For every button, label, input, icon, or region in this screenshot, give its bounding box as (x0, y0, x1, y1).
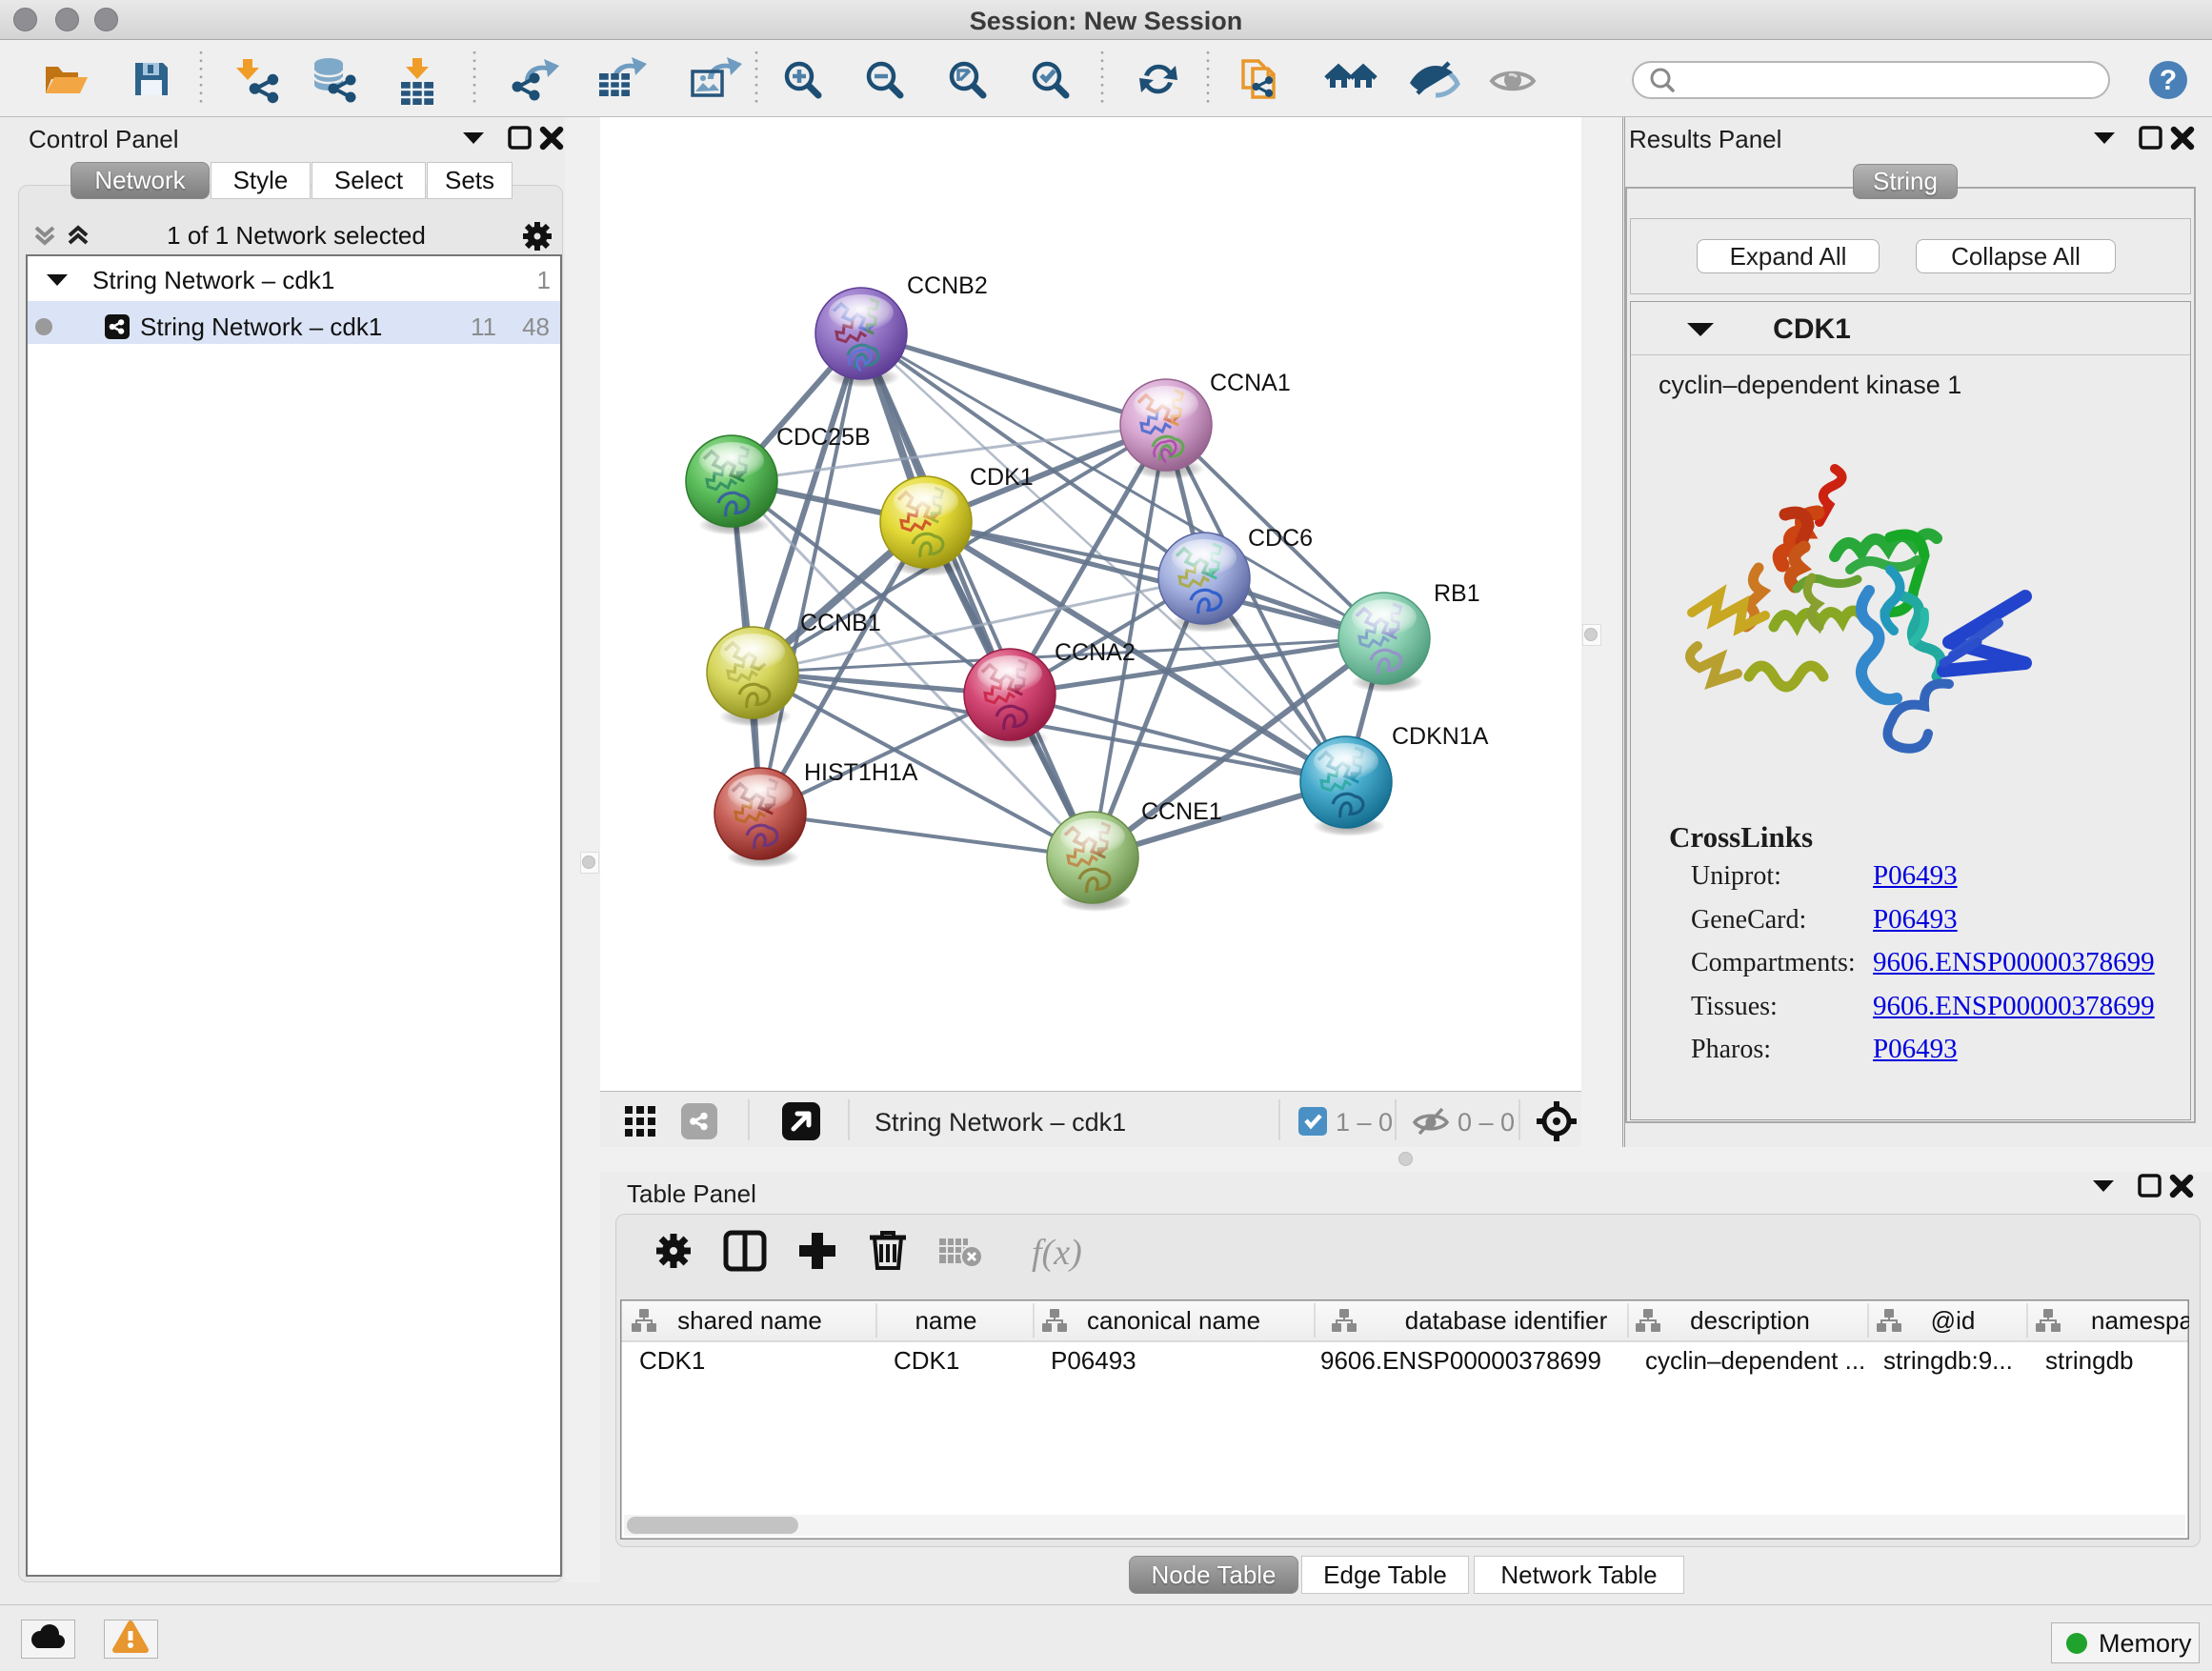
svg-text:1: 1 (537, 266, 551, 294)
svg-text:1 – 0: 1 – 0 (1336, 1108, 1393, 1137)
svg-text:database identifier: database identifier (1405, 1306, 1608, 1335)
svg-text:48: 48 (522, 312, 550, 341)
svg-text:CCNE1: CCNE1 (1141, 798, 1222, 825)
svg-text:CDC25B: CDC25B (776, 424, 871, 451)
svg-text:9606.ENSP00000378699: 9606.ENSP00000378699 (1320, 1346, 1601, 1375)
svg-text:Memory: Memory (2099, 1629, 2192, 1658)
svg-text:String Network – cdk1: String Network – cdk1 (92, 266, 334, 294)
svg-text:CCNA2: CCNA2 (1055, 639, 1136, 666)
svg-text:f(x): f(x) (1032, 1233, 1082, 1273)
svg-text:String Network – cdk1: String Network – cdk1 (140, 312, 382, 341)
svg-text:cyclin–dependent ...: cyclin–dependent ... (1645, 1346, 1865, 1375)
svg-text:CCNB2: CCNB2 (907, 272, 988, 299)
svg-text:HIST1H1A: HIST1H1A (804, 759, 918, 786)
svg-text:stringdb: stringdb (2045, 1346, 2134, 1375)
svg-text:description: description (1690, 1306, 1810, 1335)
svg-text:?: ? (2160, 65, 2177, 96)
svg-text:11: 11 (471, 312, 496, 341)
svg-text:@id: @id (1931, 1306, 1976, 1335)
svg-text:P06493: P06493 (1051, 1346, 1136, 1375)
svg-text:canonical name: canonical name (1087, 1306, 1260, 1335)
svg-text:0 – 0: 0 – 0 (1458, 1108, 1515, 1137)
svg-text:1 of 1 Network selected: 1 of 1 Network selected (167, 221, 426, 250)
svg-text:CCNB1: CCNB1 (800, 610, 881, 636)
svg-text:String Network – cdk1: String Network – cdk1 (875, 1108, 1126, 1137)
svg-text:stringdb:9...: stringdb:9... (1883, 1346, 2013, 1375)
svg-text:CDK1: CDK1 (894, 1346, 959, 1375)
svg-text:name: name (915, 1306, 976, 1335)
svg-text:RB1: RB1 (1434, 580, 1480, 607)
svg-text:CDKN1A: CDKN1A (1392, 723, 1489, 750)
svg-text:CDC6: CDC6 (1248, 525, 1313, 552)
svg-text:CDK1: CDK1 (639, 1346, 705, 1375)
svg-text:CDK1: CDK1 (970, 464, 1034, 491)
svg-text:shared name: shared name (677, 1306, 822, 1335)
svg-text:CCNA1: CCNA1 (1210, 370, 1291, 396)
svg-text:namespace: namespace (2091, 1306, 2189, 1335)
